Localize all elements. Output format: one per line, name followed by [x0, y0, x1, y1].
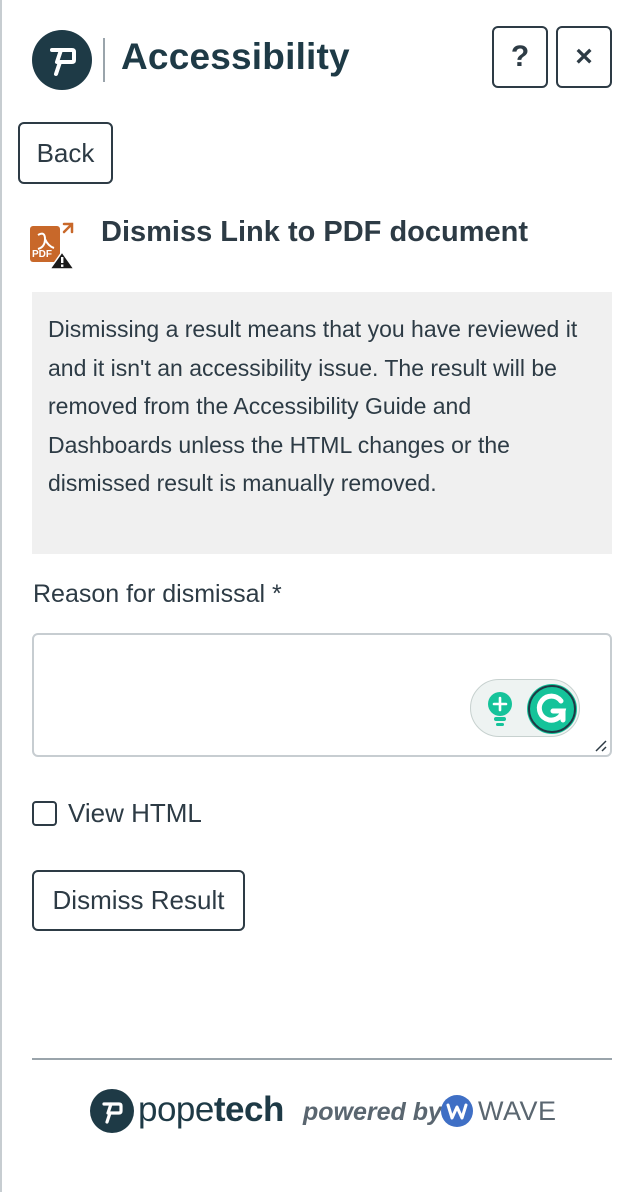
grammarly-widget[interactable]: [470, 679, 580, 737]
help-button[interactable]: ?: [492, 26, 548, 88]
close-icon: ×: [575, 40, 593, 73]
dismiss-result-button[interactable]: Dismiss Result: [32, 870, 245, 931]
popetech-footer-logo-icon: [90, 1089, 134, 1133]
description-text: Dismissing a result means that you have …: [48, 316, 578, 496]
reason-textarea[interactable]: [32, 633, 612, 757]
svg-text:PDF: PDF: [32, 249, 52, 260]
lightbulb-icon: [488, 692, 512, 726]
panel-left-border: [0, 0, 2, 1192]
header-divider: [103, 38, 105, 82]
close-button[interactable]: ×: [556, 26, 612, 88]
brand-bold: tech: [213, 1090, 284, 1129]
panel-title: Accessibility: [121, 36, 350, 77]
grammarly-g-icon: [527, 684, 577, 734]
reason-label: Reason for dismissal *: [33, 580, 282, 608]
view-html-checkbox[interactable]: [32, 800, 57, 826]
section-title: Dismiss Link to PDF document: [101, 216, 528, 248]
help-icon: ?: [510, 40, 530, 73]
brand-light: pope: [138, 1090, 214, 1129]
pdf-warning-icon: PDF: [28, 222, 76, 270]
description-box: Dismissing a result means that you have …: [32, 292, 612, 554]
view-html-row[interactable]: View HTML: [32, 796, 202, 830]
view-html-label[interactable]: View HTML: [68, 798, 202, 829]
resize-handle-icon[interactable]: [592, 737, 608, 753]
powered-by-text: powered by: [303, 1098, 442, 1126]
footer-divider: [32, 1058, 612, 1060]
wave-wordmark: WAVE: [478, 1096, 557, 1126]
panel-header: Accessibility ? ×: [32, 26, 612, 90]
back-button[interactable]: Back: [18, 122, 113, 184]
footer: popetech powered by WAVE: [90, 1088, 560, 1134]
popetech-logo-icon: [32, 30, 92, 90]
wave-logo-icon: [441, 1095, 473, 1127]
popetech-wordmark: popetech: [138, 1090, 284, 1130]
